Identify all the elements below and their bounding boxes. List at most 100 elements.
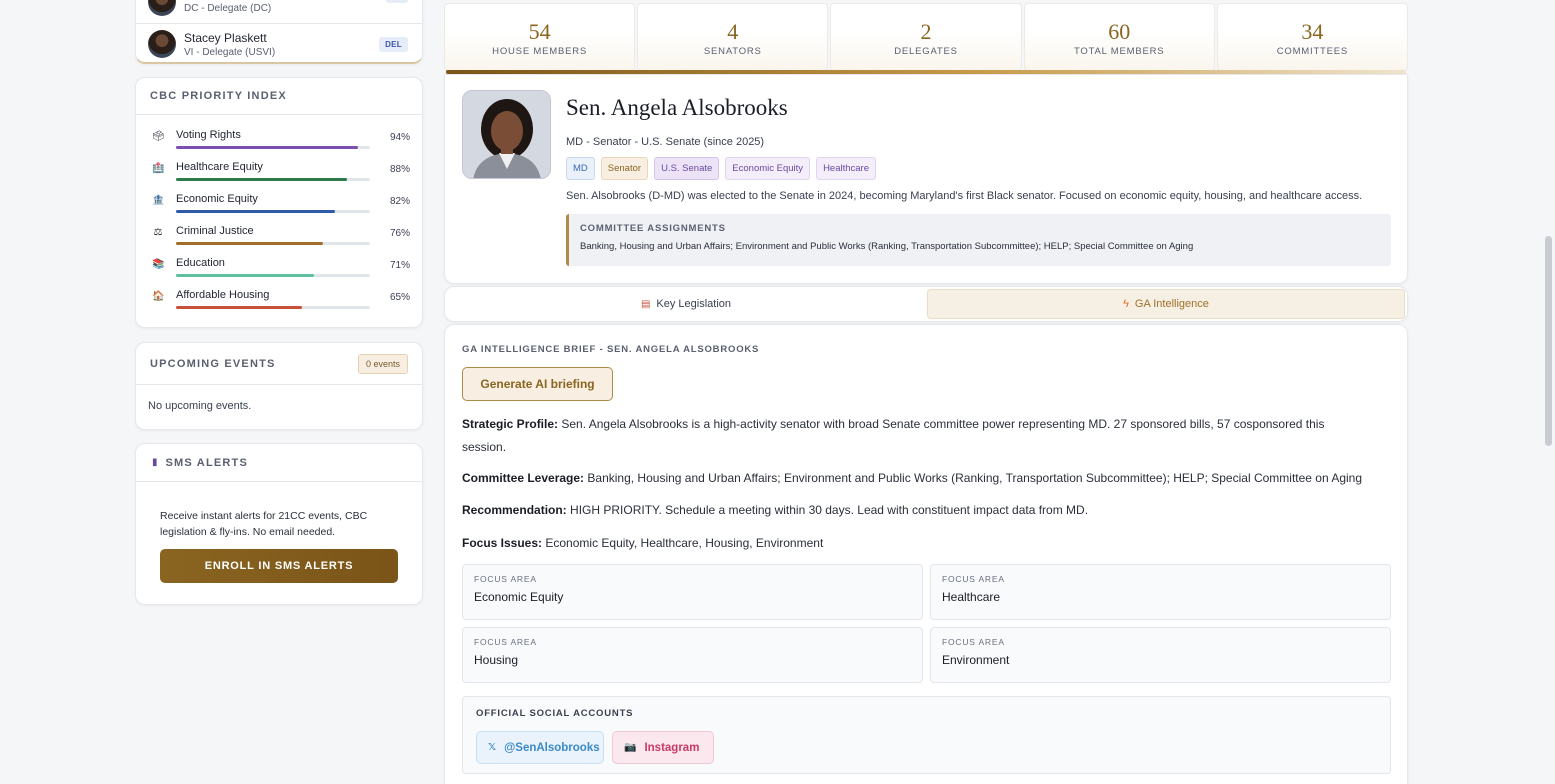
- focus-area-value: Environment: [942, 653, 1010, 667]
- stat-label: HOUSE MEMBERS: [492, 46, 588, 57]
- focus-area-label: FOCUS AREA: [942, 574, 1005, 584]
- focus-issues-label: Focus Issues:: [462, 536, 543, 550]
- sms-description: Receive instant alerts for 21CC events, …: [160, 510, 368, 538]
- priority-bar-fill: [176, 210, 336, 213]
- stat-label: DELEGATES: [894, 46, 958, 57]
- recommendation-text: HIGH PRIORITY. Schedule a meeting within…: [570, 503, 1089, 517]
- committee-leverage: Committee Leverage: Banking, Housing and…: [462, 467, 1392, 490]
- focus-area-value: Housing: [474, 653, 519, 667]
- recommendation-label: Recommendation:: [462, 503, 567, 517]
- member-subtitle: MD - Senator - U.S. Senate (since 2025): [566, 136, 765, 148]
- focus-area-card: FOCUS AREA Economic Equity: [462, 564, 923, 620]
- member-bio: Sen. Alsobrooks (D-MD) was elected to th…: [566, 190, 1363, 202]
- member-name-heading: Sen. Angela Alsobrooks: [566, 95, 788, 120]
- tab-label: GA Intelligence: [1134, 298, 1209, 310]
- stat-senators: 4 SENATORS: [637, 3, 829, 71]
- scales-icon: ⚖: [153, 227, 163, 238]
- committee-assignments-text: Banking, Housing and Urban Affairs; Envi…: [580, 241, 1194, 252]
- focus-area-value: Healthcare: [942, 590, 1001, 604]
- priority-row: 🏦 Economic Equity 82%: [152, 193, 410, 221]
- stat-number: 4: [727, 19, 739, 44]
- tab-key-legislation[interactable]: ▤ Key Legislation: [445, 289, 927, 319]
- priority-row: 📚 Education 71%: [152, 257, 410, 285]
- priority-row: 🗳 Voting Rights 94%: [152, 129, 410, 157]
- stat-label: COMMITTEES: [1276, 46, 1349, 57]
- priority-percent: 65%: [389, 292, 410, 303]
- focus-area-label: FOCUS AREA: [474, 574, 537, 584]
- books-icon: 📚: [152, 259, 165, 270]
- priority-percent: 88%: [389, 164, 410, 175]
- avatar: [148, 30, 176, 58]
- priority-label: Economic Equity: [176, 193, 258, 205]
- avatar: [148, 0, 176, 16]
- member-role: VI - Delegate (USVI): [184, 46, 276, 58]
- committee-leverage-label: Committee Leverage:: [462, 471, 585, 485]
- priority-bar-fill: [176, 146, 359, 149]
- member-photo: [462, 90, 551, 179]
- twitter-link[interactable]: 𝕏 @SenAlsobrooks: [476, 731, 604, 764]
- ga-intelligence-panel: GA INTELLIGENCE BRIEF - SEN. ANGELA ALSO…: [444, 324, 1408, 784]
- brief-title: GA INTELLIGENCE BRIEF - SEN. ANGELA ALSO…: [462, 344, 760, 355]
- social-accounts-title: OFFICIAL SOCIAL ACCOUNTS: [476, 708, 634, 719]
- strategic-profile-label: Strategic Profile:: [462, 417, 559, 431]
- instagram-link[interactable]: 📷 Instagram: [612, 731, 714, 764]
- committee-leverage-text: Banking, Housing and Urban Affairs; Envi…: [587, 471, 1363, 485]
- tab-bar: ▤ Key Legislation ϟ GA Intelligence: [444, 286, 1408, 322]
- status-badge: DEL: [379, 37, 408, 52]
- stat-total-members: 60 TOTAL MEMBERS: [1023, 3, 1215, 71]
- events-empty-text: No upcoming events.: [148, 400, 252, 412]
- clipboard-icon: ▤: [640, 298, 651, 310]
- upcoming-events-card: UPCOMING EVENTS 0 events No upcoming eve…: [135, 342, 423, 430]
- priority-percent: 82%: [389, 196, 410, 207]
- member-row[interactable]: DC - Delegate (DC): [136, 0, 422, 24]
- priority-bar-track: [176, 274, 370, 277]
- priority-label: Criminal Justice: [176, 225, 254, 237]
- priority-bar-fill: [176, 274, 314, 277]
- priority-row: 🏠 Affordable Housing 65%: [152, 289, 410, 317]
- tag-badge: MD: [566, 157, 595, 180]
- stat-label: TOTAL MEMBERS: [1073, 46, 1165, 57]
- ballot-box-icon: 🗳: [152, 131, 165, 142]
- strategic-profile-text: Sen. Angela Alsobrooks is a high-activit…: [462, 417, 1325, 454]
- page-scrollbar[interactable]: [1545, 236, 1552, 446]
- member-profile-card: Sen. Angela Alsobrooks MD - Senator - U.…: [444, 74, 1408, 284]
- stat-committees: 34 COMMITTEES: [1216, 3, 1409, 71]
- tab-label: Key Legislation: [656, 298, 732, 310]
- member-role: DC - Delegate (DC): [184, 2, 272, 14]
- priority-label: Affordable Housing: [176, 289, 270, 301]
- member-row[interactable]: Stacey Plaskett VI - Delegate (USVI) DEL: [136, 24, 422, 62]
- tab-ga-intelligence[interactable]: ϟ GA Intelligence: [927, 289, 1405, 319]
- priority-bar-fill: [176, 306, 303, 309]
- focus-area-card: FOCUS AREA Housing: [462, 627, 923, 683]
- tag-badge: Healthcare: [816, 157, 877, 180]
- committee-assignments: COMMITTEE ASSIGNMENTS Banking, Housing a…: [566, 214, 1391, 266]
- focus-area-card: FOCUS AREA Environment: [930, 627, 1391, 683]
- stat-number: 54: [528, 19, 551, 44]
- tag-badge: Senator: [600, 157, 649, 180]
- priority-bar-track: [176, 146, 370, 149]
- twitter-handle: @SenAlsobrooks: [504, 741, 600, 754]
- stat-delegates: 2 DELEGATES: [830, 3, 1022, 71]
- camera-icon: 📷: [624, 742, 637, 753]
- priority-percent: 94%: [389, 132, 410, 143]
- bank-icon: 🏦: [152, 195, 165, 206]
- enroll-sms-button[interactable]: ENROLL IN SMS ALERTS: [160, 549, 398, 583]
- stat-number: 34: [1301, 19, 1324, 44]
- focus-area-label: FOCUS AREA: [474, 637, 537, 647]
- focus-issues-text: Economic Equity, Healthcare, Housing, En…: [545, 536, 824, 550]
- house-icon: 🏠: [152, 291, 165, 302]
- priority-bar-track: [176, 210, 370, 213]
- tag-badge: U.S. Senate: [654, 157, 720, 180]
- priority-label: Education: [176, 257, 225, 269]
- focus-area-card: FOCUS AREA Healthcare: [930, 564, 1391, 620]
- priority-bar-track: [176, 306, 370, 309]
- phone-icon: ▮: [152, 457, 158, 468]
- instagram-label: Instagram: [644, 741, 700, 754]
- sms-title: SMS ALERTS: [165, 456, 249, 469]
- stat-number: 60: [1108, 19, 1131, 44]
- priority-percent: 71%: [389, 260, 410, 271]
- events-title: UPCOMING EVENTS: [150, 357, 276, 370]
- focus-area-value: Economic Equity: [474, 590, 564, 604]
- generate-briefing-button[interactable]: Generate AI briefing: [462, 367, 613, 401]
- social-accounts: OFFICIAL SOCIAL ACCOUNTS 𝕏 @SenAlsobrook…: [462, 696, 1391, 774]
